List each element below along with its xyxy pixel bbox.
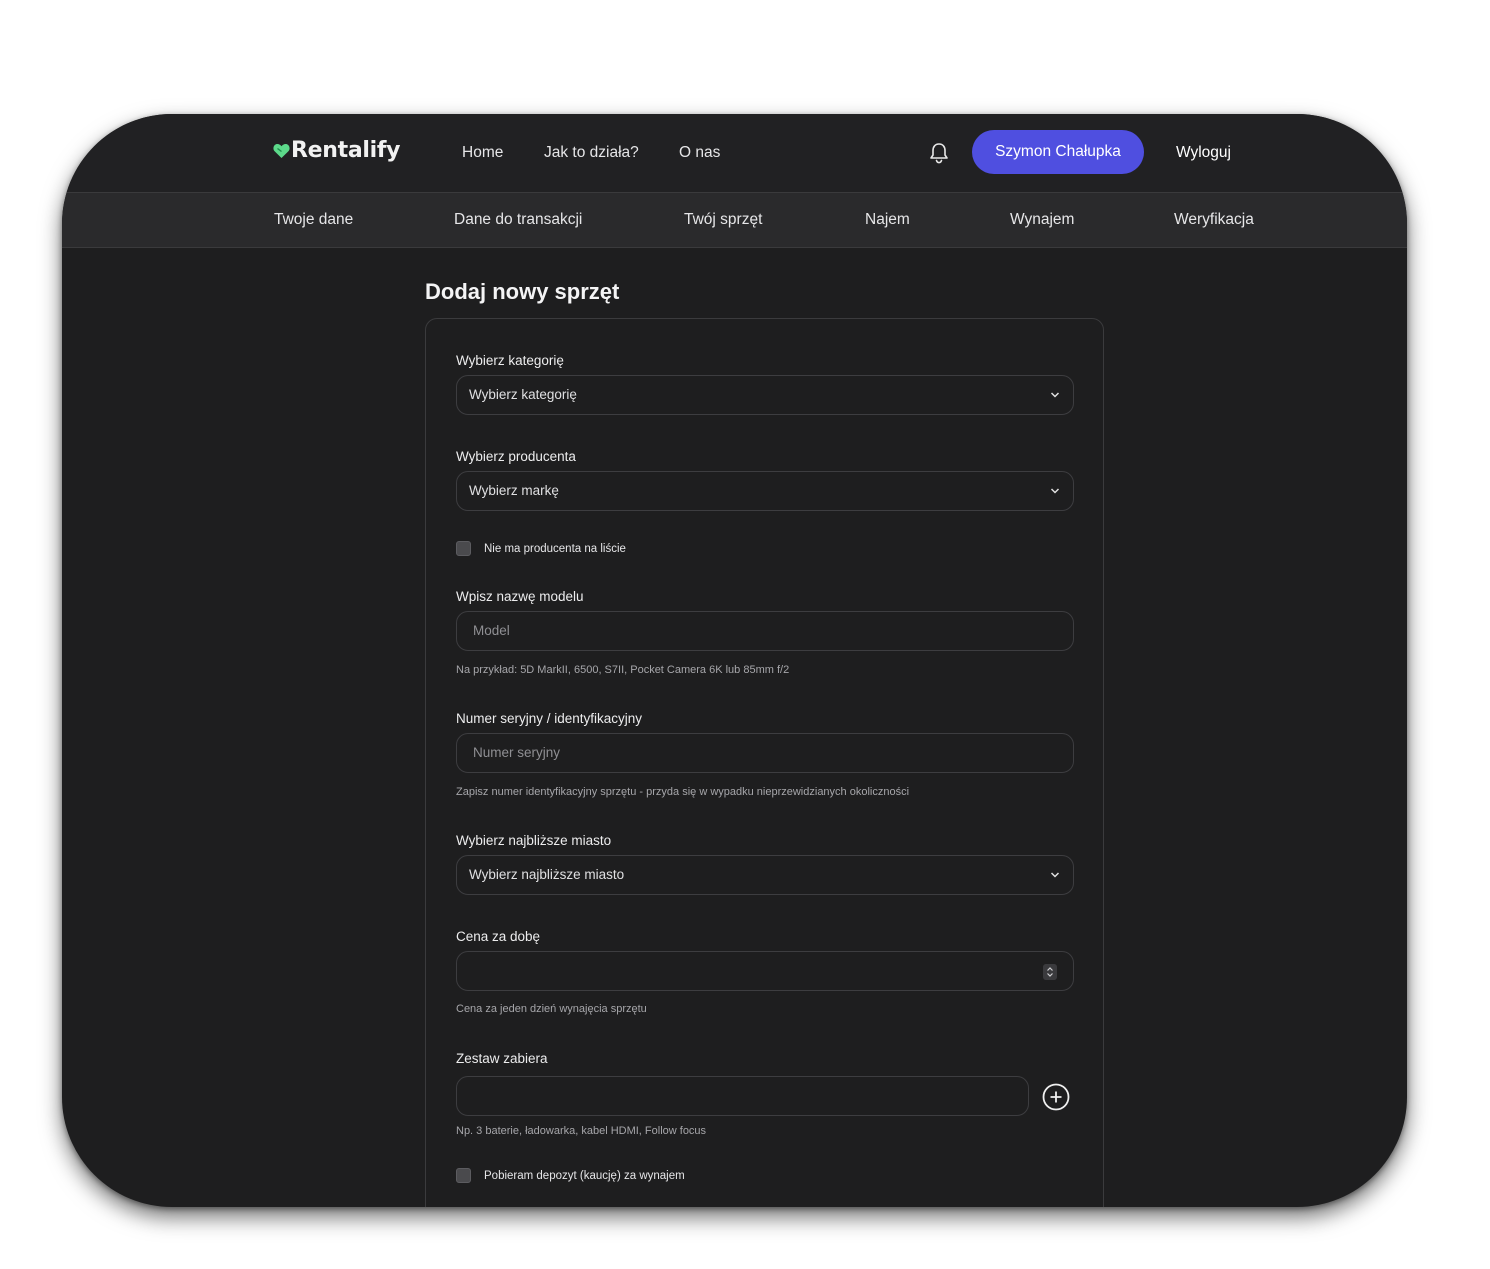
no-producer-checkbox-row[interactable]: Nie ma producenta na liście — [456, 541, 626, 556]
deposit-checkbox-row[interactable]: Pobieram depozyt (kaucję) za wynajem — [456, 1168, 685, 1183]
price-hint: Cena za jeden dzień wynajęcia sprzętu — [456, 1003, 647, 1015]
subnav-rental[interactable]: Najem — [865, 211, 910, 229]
subnav-your-data[interactable]: Twoje dane — [274, 211, 353, 229]
producer-label: Wybierz producenta — [456, 449, 576, 464]
top-navbar: Rentalify Home Jak to działa? O nas Szym… — [62, 114, 1407, 193]
producer-select[interactable]: Wybierz markę — [456, 471, 1074, 511]
bell-icon[interactable] — [928, 141, 950, 165]
price-input[interactable] — [456, 951, 1074, 991]
chevron-down-icon — [1050, 392, 1060, 398]
serial-hint: Zapisz numer identyfikacyjny sprzętu - p… — [456, 786, 910, 798]
price-label: Cena za dobę — [456, 929, 541, 944]
deposit-checkbox-label: Pobieram depozyt (kaucję) za wynajem — [484, 1169, 685, 1182]
model-placeholder: Model — [473, 623, 510, 638]
page-title: Dodaj nowy sprzęt — [425, 279, 620, 304]
subnav-your-equipment[interactable]: Twój sprzęt — [684, 211, 762, 229]
serial-placeholder: Numer seryjny — [473, 745, 561, 760]
model-label: Wpisz nazwę modelu — [456, 589, 584, 604]
nav-about[interactable]: O nas — [679, 144, 720, 162]
nav-how-it-works[interactable]: Jak to działa? — [544, 144, 639, 162]
nav-home[interactable]: Home — [462, 144, 503, 162]
add-kit-item-icon[interactable] — [1042, 1083, 1070, 1111]
category-label: Wybierz kategorię — [456, 353, 564, 368]
deposit-checkbox[interactable] — [456, 1168, 471, 1183]
brand-logo[interactable]: Rentalify — [273, 138, 400, 163]
category-select-value: Wybierz kategorię — [469, 387, 577, 402]
city-select[interactable]: Wybierz najbliższe miasto — [456, 855, 1074, 895]
producer-select-value: Wybierz markę — [469, 483, 559, 498]
no-producer-checkbox-label: Nie ma producenta na liście — [484, 542, 626, 555]
user-profile-button[interactable]: Szymon Chałupka — [972, 130, 1144, 174]
chevron-down-icon — [1050, 872, 1060, 878]
kit-label: Zestaw zabiera — [456, 1051, 548, 1066]
subnav-verification[interactable]: Weryfikacja — [1174, 211, 1254, 229]
subnav-transaction-data[interactable]: Dane do transakcji — [454, 211, 582, 229]
serial-input[interactable]: Numer seryjny — [456, 733, 1074, 773]
kit-hint: Np. 3 baterie, ładowarka, kabel HDMI, Fo… — [456, 1125, 707, 1137]
serial-label: Numer seryjny / identyfikacyjny — [456, 711, 643, 726]
city-select-value: Wybierz najbliższe miasto — [469, 867, 625, 882]
model-input[interactable]: Model — [456, 611, 1074, 651]
category-select[interactable]: Wybierz kategorię — [456, 375, 1074, 415]
chevron-down-icon — [1050, 488, 1060, 494]
city-label: Wybierz najbliższe miasto — [456, 833, 612, 848]
no-producer-checkbox[interactable] — [456, 541, 471, 556]
logout-link[interactable]: Wyloguj — [1176, 144, 1231, 162]
subnav-lending[interactable]: Wynajem — [1010, 211, 1074, 229]
number-spinner-icon[interactable] — [1043, 964, 1057, 980]
kit-input[interactable] — [456, 1076, 1029, 1116]
app-window: Rentalify Home Jak to działa? O nas Szym… — [62, 114, 1407, 1207]
brand-name: Rentalify — [291, 138, 401, 163]
heart-logo-icon — [273, 143, 290, 158]
model-hint: Na przykład: 5D MarkII, 6500, S7II, Pock… — [456, 664, 790, 676]
add-equipment-form: Wybierz kategorię Wybierz kategorię Wybi… — [425, 318, 1104, 1207]
account-subnav: Twoje dane Dane do transakcji Twój sprzę… — [62, 193, 1407, 248]
